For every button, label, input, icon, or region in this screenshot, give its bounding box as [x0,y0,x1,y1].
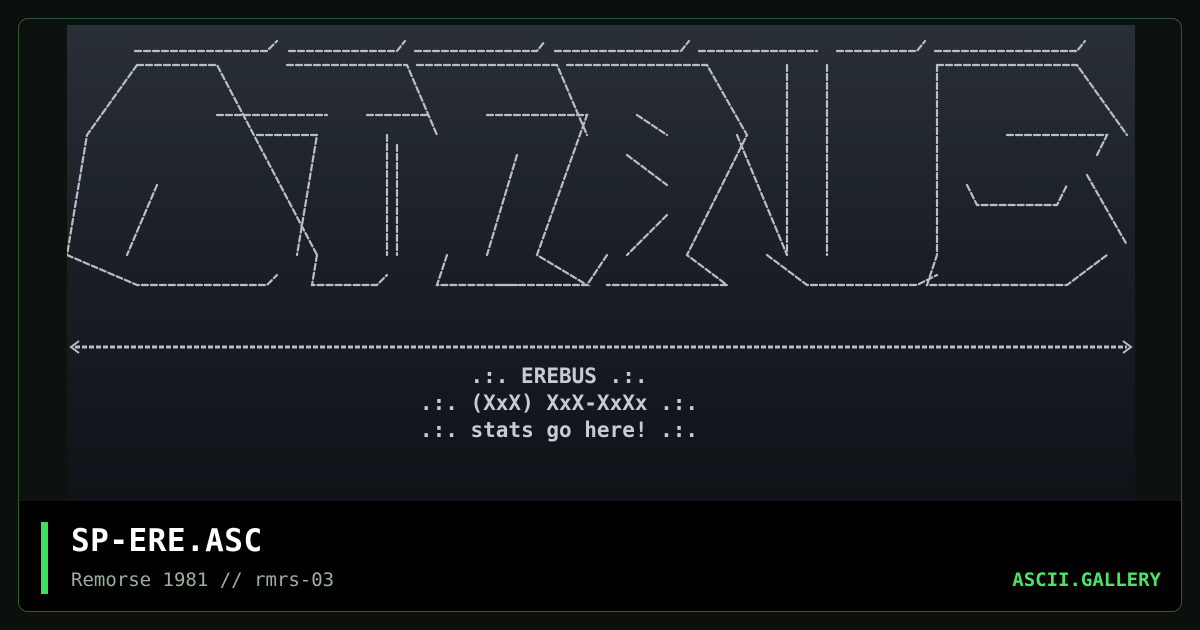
ascii-card: .:. EREBUS .:. .:. (XxX) XxX-XxXx .:. .:… [18,18,1182,612]
accent-bar [41,522,48,594]
info-line-2: .:. (XxX) XxX-XxXx .:. [420,391,698,415]
ascii-art-logo: .:. EREBUS .:. .:. (XxX) XxX-XxXx .:. .:… [67,39,1133,442]
info-line-1: .:. EREBUS .:. [470,364,647,388]
ascii-art-preview: .:. EREBUS .:. .:. (XxX) XxX-XxXx .:. .:… [67,25,1135,501]
card-footer: SP-ERE.ASC Remorse 1981 // rmrs-03 ASCII… [19,501,1181,611]
file-title: SP-ERE.ASC [71,523,263,559]
file-subtitle: Remorse 1981 // rmrs-03 [71,569,335,591]
info-line-3: .:. stats go here! .:. [420,418,698,442]
brand-label: ASCII.GALLERY [1012,569,1161,591]
